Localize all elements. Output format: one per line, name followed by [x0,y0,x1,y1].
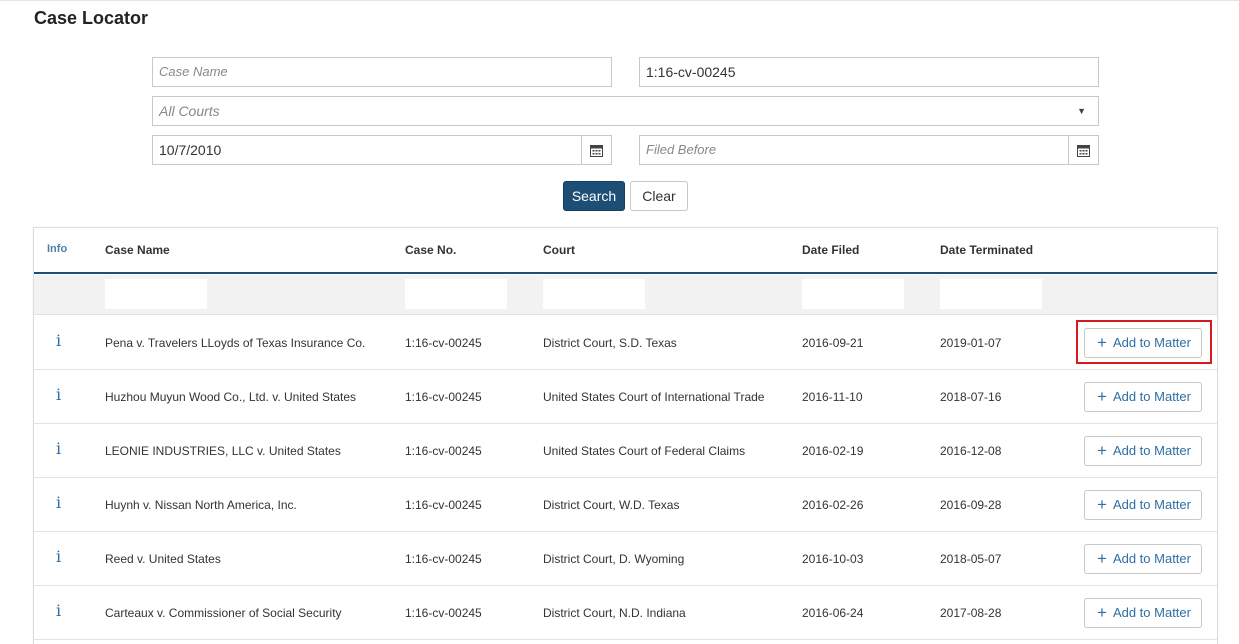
table-row: i Reed v. United States 1:16-cv-00245 Di… [34,532,1217,586]
case-no-cell: 1:16-cv-00245 [405,336,482,350]
add-to-matter-button[interactable]: + Add to Matter [1084,598,1202,628]
table-row: i Huzhou Muyun Wood Co., Ltd. v. United … [34,370,1217,424]
table-row: i Carteaux v. Commissioner of Social Sec… [34,586,1217,640]
info-icon[interactable]: i [56,439,61,458]
plus-icon: + [1097,441,1107,460]
date-filed-cell: 2016-06-24 [802,606,864,620]
filter-date-terminated-input[interactable] [940,279,1042,309]
plus-icon: + [1097,387,1107,406]
case-name-cell: Pena v. Travelers LLoyds of Texas Insura… [105,336,366,350]
filter-row [34,275,1217,315]
date-filed-cell: 2016-09-21 [802,336,864,350]
case-no-cell: 1:16-cv-00245 [405,444,482,458]
date-filed-cell: 2016-02-26 [802,498,864,512]
case-no-cell: 1:16-cv-00245 [405,498,482,512]
add-to-matter-label: Add to Matter [1112,551,1191,566]
add-to-matter-button[interactable]: + Add to Matter [1084,328,1202,358]
court-cell: District Court, S.D. Texas [543,336,677,350]
add-to-matter-label: Add to Matter [1112,335,1191,350]
plus-icon: + [1097,603,1107,622]
header-info[interactable]: Info [47,243,67,255]
add-to-matter-label: Add to Matter [1112,443,1191,458]
info-icon[interactable]: i [56,493,61,512]
info-icon[interactable]: i [56,547,61,566]
header-case-name[interactable]: Case Name [105,243,170,257]
header-case-no[interactable]: Case No. [405,243,456,257]
header-court[interactable]: Court [543,243,575,257]
case-name-cell: Carteaux v. Commissioner of Social Secur… [105,606,342,620]
filter-date-filed-input[interactable] [802,279,904,309]
filter-case-name-input[interactable] [105,279,207,309]
calendar-icon[interactable] [581,135,612,165]
clear-button[interactable]: Clear [630,181,688,211]
date-terminated-cell: 2019-01-07 [940,336,1002,350]
header-date-terminated[interactable]: Date Terminated [940,243,1033,257]
add-to-matter-button[interactable]: + Add to Matter [1084,382,1202,412]
info-icon[interactable]: i [56,331,61,350]
info-icon[interactable]: i [56,385,61,404]
case-number-input[interactable]: 1:16-cv-00245 [639,57,1099,87]
filed-before-input[interactable]: Filed Before [639,135,1099,165]
info-icon[interactable]: i [56,601,61,620]
court-select[interactable]: All Courts ▼ [152,96,1099,126]
case-name-cell: LEONIE INDUSTRIES, LLC v. United States [105,444,341,458]
plus-icon: + [1097,549,1107,568]
filter-court-input[interactable] [543,279,645,309]
table-row: i Pena v. Travelers LLoyds of Texas Insu… [34,316,1217,370]
court-cell: District Court, N.D. Indiana [543,606,686,620]
case-name-cell: Huzhou Muyun Wood Co., Ltd. v. United St… [105,390,357,404]
date-terminated-cell: 2016-12-08 [940,444,1002,458]
filed-before-placeholder: Filed Before [646,142,717,157]
top-divider [0,0,1239,1]
date-terminated-cell: 2018-05-07 [940,552,1002,566]
case-no-cell: 1:16-cv-00245 [405,606,482,620]
case-name-input[interactable]: Case Name [152,57,612,87]
calendar-icon[interactable] [1068,135,1099,165]
date-filed-cell: 2016-11-10 [802,390,863,404]
filed-after-input[interactable]: 10/7/2010 [152,135,612,165]
add-to-matter-label: Add to Matter [1112,605,1191,620]
table-row: i LEONIE INDUSTRIES, LLC v. United State… [34,424,1217,478]
add-to-matter-label: Add to Matter [1112,497,1191,512]
filter-case-no-input[interactable] [405,279,507,309]
court-cell: United States Court of International Tra… [543,390,765,404]
results-table: Info Case Name Case No. Court Date Filed… [33,227,1218,644]
date-filed-cell: 2016-02-19 [802,444,864,458]
case-no-cell: 1:16-cv-00245 [405,390,482,404]
add-to-matter-label: Add to Matter [1112,389,1191,404]
court-cell: United States Court of Federal Claims [543,444,746,458]
date-terminated-cell: 2016-09-28 [940,498,1002,512]
add-to-matter-button[interactable]: + Add to Matter [1084,436,1202,466]
court-select-value: All Courts [159,103,220,119]
case-no-cell: 1:16-cv-00245 [405,552,482,566]
court-cell: District Court, D. Wyoming [543,552,685,566]
date-filed-cell: 2016-10-03 [802,552,864,566]
date-terminated-cell: 2017-08-28 [940,606,1002,620]
page-title: Case Locator [34,8,149,28]
caret-down-icon: ▼ [1077,106,1086,116]
case-name-cell: Huynh v. Nissan North America, Inc. [105,498,297,512]
case-name-cell: Reed v. United States [105,552,221,566]
add-to-matter-button[interactable]: + Add to Matter [1084,490,1202,520]
date-terminated-cell: 2018-07-16 [940,390,1002,404]
plus-icon: + [1097,495,1107,514]
plus-icon: + [1097,333,1107,352]
table-row: i Huynh v. Nissan North America, Inc. 1:… [34,478,1217,532]
header-date-filed[interactable]: Date Filed [802,243,859,257]
table-header: Info Case Name Case No. Court Date Filed… [34,228,1217,274]
filed-after-value: 10/7/2010 [159,142,222,158]
add-to-matter-button[interactable]: + Add to Matter [1084,544,1202,574]
search-button[interactable]: Search [563,181,625,211]
court-cell: District Court, W.D. Texas [543,498,680,512]
